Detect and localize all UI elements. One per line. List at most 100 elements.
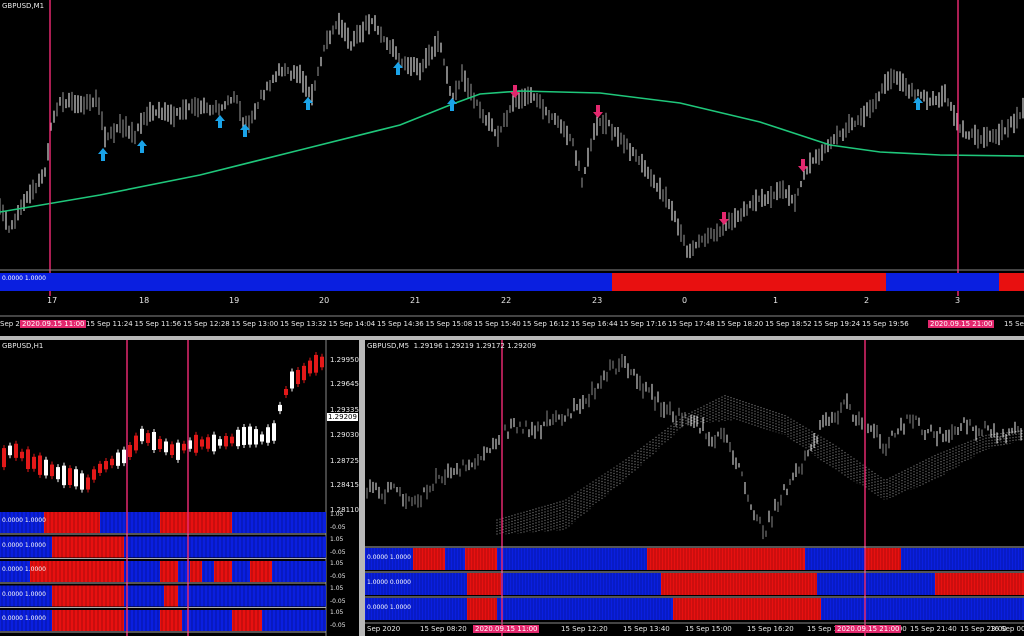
m1-time-label: 15 Sep 15:08 bbox=[425, 320, 473, 328]
m1-time-label: 15 Sep 15:40 bbox=[474, 320, 521, 328]
h1-candle-body bbox=[164, 441, 168, 453]
h1-candle-body bbox=[128, 444, 132, 458]
m5-indicator-segment bbox=[661, 573, 817, 595]
h1-candle-body bbox=[152, 431, 156, 451]
h1-indicator-scale-bottom: -0.05 bbox=[330, 597, 346, 605]
h1-price-label: 1.28725 bbox=[330, 457, 359, 465]
m1-chart-title: GBPUSD,M1 bbox=[2, 2, 45, 10]
buy-arrow-icon bbox=[98, 148, 108, 161]
m5-time-label: 15 Sep 15:00 bbox=[685, 625, 732, 633]
h1-candle-body bbox=[200, 439, 204, 447]
h1-candle-body bbox=[92, 469, 96, 480]
m5-chart-title: GBPUSD,M5 1.29196 1.29219 1.29172 1.2920… bbox=[367, 342, 537, 350]
h1-indicator-segment bbox=[160, 561, 178, 582]
m1-time-highlight: 2020.09.15 11:00 bbox=[20, 320, 87, 328]
h1-candle-body bbox=[272, 423, 276, 441]
h1-candle-body bbox=[194, 434, 198, 453]
m1-time-label: 15 Sep 14:36 bbox=[377, 320, 424, 328]
m1-time-label: 15 Sep 16:44 bbox=[571, 320, 618, 328]
h1-candle-body bbox=[26, 449, 30, 470]
m1-hour-label: 21 bbox=[410, 296, 421, 305]
m5-indicator-label: 1.0000 0.0000 bbox=[367, 579, 411, 586]
h1-price-label: 1.29645 bbox=[330, 380, 359, 388]
h1-candle-body bbox=[230, 436, 234, 444]
h1-indicator-scale-top: 1.05 bbox=[330, 560, 344, 567]
h1-indicator-label: 0.0000 1.0000 bbox=[2, 590, 46, 598]
m1-time-highlight: 2020.09.15 21:00 bbox=[928, 320, 995, 328]
h1-candle-body bbox=[68, 468, 72, 486]
m5-chart-window[interactable]: GBPUSD,M5 1.29196 1.29219 1.29172 1.2920… bbox=[365, 340, 1024, 636]
m1-time-label: 15 Sep 13:00 bbox=[231, 320, 279, 328]
h1-candle-body bbox=[110, 458, 114, 466]
h1-candle-body bbox=[104, 461, 108, 470]
h1-indicator-scale-top: 1.05 bbox=[330, 609, 344, 616]
m1-hour-label: 22 bbox=[501, 296, 512, 305]
h1-indicator-scale-bottom: -0.05 bbox=[330, 573, 346, 580]
m5-time-label: 15 Sep 21:40 bbox=[910, 625, 957, 633]
h1-indicator-segment bbox=[232, 610, 262, 631]
m1-time-label: 15 Sep 12:28 bbox=[183, 320, 230, 328]
m5-time-highlight: 2020.09.15 21:00 bbox=[835, 625, 902, 633]
m5-time-label: 15 Sep 13:40 bbox=[623, 625, 670, 633]
h1-indicator-segment bbox=[52, 610, 124, 631]
h1-indicator-label: 0.0000 1.0000 bbox=[2, 541, 46, 549]
h1-indicator-segment bbox=[160, 610, 182, 631]
h1-indicator-segment bbox=[182, 610, 232, 631]
m1-time-label: 15 Sep 19:24 bbox=[813, 320, 861, 328]
m5-indicator-segment bbox=[805, 548, 865, 570]
h1-indicator-segment bbox=[250, 561, 272, 582]
m1-time-label: 15 Sep 17:48 bbox=[668, 320, 715, 328]
m5-time-highlight: 2020.09.15 11:00 bbox=[473, 625, 540, 633]
m5-indicator-segment bbox=[935, 573, 1024, 595]
h1-indicator-segment bbox=[160, 512, 232, 533]
h1-indicator-scale-top: 1.05 bbox=[330, 584, 344, 592]
h1-indicator-scale-top: 1.05 bbox=[330, 535, 344, 543]
h1-candle-body bbox=[50, 464, 54, 477]
h1-price-chart[interactable] bbox=[0, 340, 359, 636]
m5-indicator-label: 0.0000 1.0000 bbox=[367, 554, 411, 561]
h1-indicator-scale-bottom: -0.05 bbox=[330, 548, 346, 556]
h1-chart-window[interactable]: GBPUSD,H1 1.29950 1.29645 1.29335 1.29030 1.… bbox=[0, 340, 359, 636]
m1-hour-label: 18 bbox=[139, 296, 150, 305]
h1-indicator-label: 0.0000 1.0000 bbox=[2, 517, 46, 524]
h1-candle-body bbox=[146, 433, 150, 443]
m1-time-label: 15 Sep 11:24 bbox=[86, 320, 133, 328]
m5-indicator-segment bbox=[821, 598, 1024, 620]
h1-candle-body bbox=[176, 442, 180, 460]
h1-candle-body bbox=[302, 365, 306, 381]
h1-candle-body bbox=[212, 434, 216, 452]
m1-time-label: 15 Sep 13:32 bbox=[280, 320, 327, 328]
m5-time-label: 16 Sep 00:2 bbox=[990, 625, 1024, 633]
m1-time-label: 15 Sep 19:56 bbox=[862, 320, 909, 328]
m1-time-label: 15 Sep 11:56 bbox=[134, 320, 182, 328]
h1-price-label: 1.29030 bbox=[330, 431, 359, 439]
m5-time-label: 15 Sep 16:20 bbox=[747, 625, 794, 633]
m1-time-label: 15 Sep 14:04 bbox=[328, 320, 376, 328]
m1-indicator-label: 0.0000 1.0000 bbox=[2, 275, 46, 282]
m1-hour-label: 20 bbox=[319, 296, 330, 305]
h1-indicator-segment bbox=[52, 536, 124, 558]
m5-price-chart[interactable] bbox=[365, 340, 1024, 636]
buy-arrow-icon bbox=[215, 115, 225, 128]
h1-candle-body bbox=[20, 451, 24, 459]
h1-candle-body bbox=[320, 356, 324, 368]
h1-candle-body bbox=[242, 427, 246, 445]
h1-candle-body bbox=[218, 439, 222, 446]
h1-candle-body bbox=[278, 404, 282, 412]
h1-candle-body bbox=[248, 426, 252, 445]
h1-candle-body bbox=[260, 434, 264, 442]
m1-indicator-red-segment bbox=[612, 273, 886, 291]
h1-candle-body bbox=[182, 443, 186, 451]
h1-candle-body bbox=[98, 463, 102, 473]
m5-indicator-segment bbox=[901, 548, 1024, 570]
m5-indicator-segment bbox=[865, 548, 901, 570]
h1-candle-body bbox=[206, 437, 210, 449]
m1-price-chart[interactable] bbox=[0, 0, 1024, 336]
h1-candle-body bbox=[116, 452, 120, 466]
h1-candle-body bbox=[38, 455, 42, 475]
h1-candle-body bbox=[266, 427, 270, 443]
h1-candle-body bbox=[2, 448, 6, 468]
m1-chart-window[interactable]: GBPUSD,M1 0.0000 1.0000 17 18 19 20 21 22 23 0 1… bbox=[0, 0, 1024, 336]
m5-indicator-segment bbox=[497, 548, 647, 570]
m5-time-label: 15 Sep 12:20 bbox=[561, 625, 608, 633]
